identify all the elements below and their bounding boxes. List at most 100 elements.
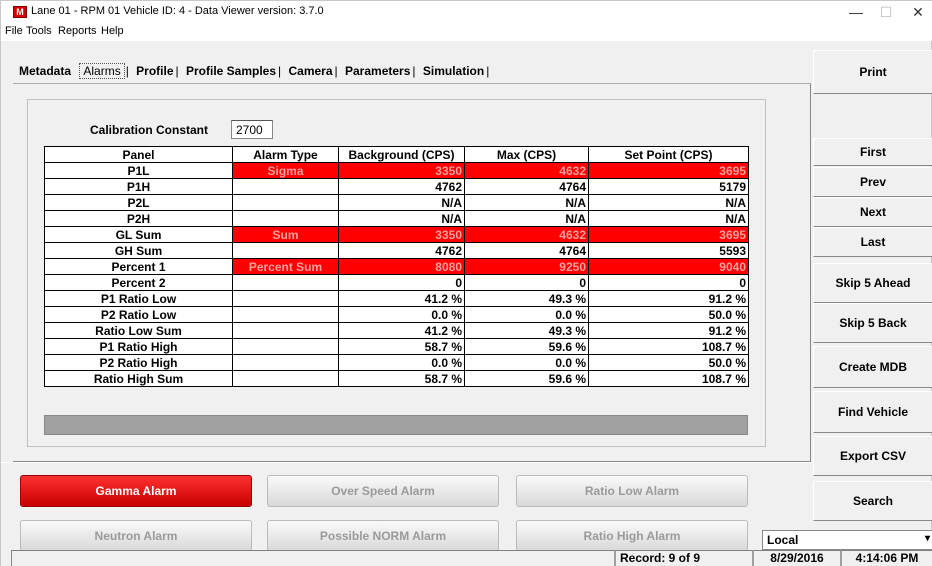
set-point-cell: 50.0 % [588, 306, 749, 323]
table-row: Ratio Low Sum 41.2 % 49.3 % 91.2 % [44, 322, 749, 339]
status-time: 4:14:06 PM [841, 550, 932, 566]
first-button[interactable]: First [813, 138, 932, 166]
tab-separator: | [278, 64, 282, 78]
export-csv-button[interactable]: Export CSV [813, 436, 932, 476]
skip-5-back-button[interactable]: Skip 5 Back [813, 303, 932, 343]
tab-separator: | [334, 64, 338, 78]
panel-cell: P2H [44, 210, 233, 227]
column-header-alarm-type: Alarm Type [232, 146, 339, 163]
ratio-high-alarm-indicator[interactable]: Ratio High Alarm [516, 520, 748, 552]
chevron-down-icon[interactable]: ▾ [925, 533, 930, 544]
menu-file[interactable]: File [5, 25, 23, 37]
neutron-alarm-indicator[interactable]: Neutron Alarm [20, 520, 252, 552]
panel-cell: GH Sum [44, 242, 233, 259]
prev-button[interactable]: Prev [813, 167, 932, 197]
background-cell: 41.2 % [338, 322, 465, 339]
max-cell: 4764 [464, 242, 589, 259]
max-cell: 49.3 % [464, 290, 589, 307]
panel-cell: Percent 2 [44, 274, 233, 291]
column-header-max: Max (CPS) [464, 146, 589, 163]
set-point-cell: 3695 [588, 226, 749, 243]
max-cell: 0.0 % [464, 354, 589, 371]
max-cell: 0.0 % [464, 306, 589, 323]
table-row: P2L N/A N/A N/A [44, 194, 749, 211]
table-row: P2H N/A N/A N/A [44, 210, 749, 227]
create-mdb-button[interactable]: Create MDB [813, 346, 932, 388]
calibration-constant-field[interactable]: 2700 [231, 120, 273, 139]
ratio-low-alarm-indicator[interactable]: Ratio Low Alarm [516, 475, 748, 507]
close-button[interactable]: ✕ [903, 1, 932, 23]
table-row: Percent 1 Percent Sum 8080 9250 9040 [44, 258, 749, 275]
set-point-cell: N/A [588, 210, 749, 227]
tab-parameters[interactable]: Parameters [344, 64, 411, 78]
tab-camera[interactable]: Camera [288, 64, 334, 78]
status-date: 8/29/2016 [753, 550, 841, 566]
tab-separator: | [125, 64, 129, 78]
minimize-button[interactable]: — [841, 1, 871, 23]
table-row: P2 Ratio Low 0.0 % 0.0 % 50.0 % [44, 306, 749, 323]
tab-profile[interactable]: Profile [135, 64, 174, 78]
alarm-type-cell [232, 274, 339, 291]
max-cell: 59.6 % [464, 370, 589, 387]
max-cell: 4632 [464, 226, 589, 243]
background-cell: N/A [338, 210, 465, 227]
menu-help[interactable]: Help [101, 25, 124, 37]
background-cell: 4762 [338, 178, 465, 195]
panel-cell: Ratio High Sum [44, 370, 233, 387]
table-row: GH Sum 4762 4764 5593 [44, 242, 749, 259]
panel-cell: P1L [44, 162, 233, 179]
possible-norm-alarm-indicator[interactable]: Possible NORM Alarm [267, 520, 499, 552]
max-cell: 4764 [464, 178, 589, 195]
tab-strip: Metadata Alarms | Profile | Profile Sample… [18, 63, 492, 83]
table-row: Percent 2000 [44, 274, 749, 291]
status-empty-cell [11, 550, 615, 566]
next-button[interactable]: Next [813, 197, 932, 227]
alarm-type-cell [232, 354, 339, 371]
tab-profile-samples[interactable]: Profile Samples [185, 64, 277, 78]
skip-5-ahead-button[interactable]: Skip 5 Ahead [813, 263, 932, 303]
menu-bar: File Tools Reports Help [1, 23, 932, 41]
alarm-type-cell [232, 210, 339, 227]
alarm-type-cell: Sum [232, 226, 339, 243]
window-title: Lane 01 - RPM 01 Vehicle ID: 4 - Data Vi… [31, 5, 324, 17]
calibration-constant-label: Calibration Constant [90, 123, 209, 137]
search-button[interactable]: Search [813, 481, 932, 521]
data-viewer-window: M Lane 01 - RPM 01 Vehicle ID: 4 - Data … [0, 0, 932, 566]
background-cell: 4762 [338, 242, 465, 259]
over-speed-alarm-indicator[interactable]: Over Speed Alarm [267, 475, 499, 507]
app-logo-icon: M [13, 6, 27, 18]
tab-metadata[interactable]: Metadata [18, 64, 72, 78]
menu-reports[interactable]: Reports [58, 25, 97, 37]
background-cell: 0 [338, 274, 465, 291]
max-cell: N/A [464, 194, 589, 211]
max-cell: 59.6 % [464, 338, 589, 355]
table-row: GL Sum Sum 3350 4632 3695 [44, 226, 749, 243]
tab-separator: | [175, 64, 179, 78]
table-footer-bar [44, 415, 748, 435]
panel-cell: Ratio Low Sum [44, 322, 233, 339]
background-cell: 3350 [338, 226, 465, 243]
panel-cell: GL Sum [44, 226, 233, 243]
column-header-background: Background (CPS) [338, 146, 465, 163]
print-button[interactable]: Print [813, 50, 932, 94]
tab-alarms[interactable]: Alarms [79, 63, 125, 79]
title-bar: M Lane 01 - RPM 01 Vehicle ID: 4 - Data … [1, 1, 932, 23]
tab-simulation[interactable]: Simulation [422, 64, 485, 78]
maximize-button[interactable]: ☐ [871, 1, 901, 23]
alarm-type-cell: Sigma [232, 162, 339, 179]
tab-separator: | [412, 64, 416, 78]
gamma-alarm-indicator[interactable]: Gamma Alarm [20, 475, 252, 507]
table-row: P1L Sigma 3350 4632 3695 [44, 162, 749, 179]
last-button[interactable]: Last [813, 227, 932, 257]
alarm-type-cell [232, 290, 339, 307]
background-cell: 3350 [338, 162, 465, 179]
background-cell: 0.0 % [338, 354, 465, 371]
panel-cell: P2L [44, 194, 233, 211]
menu-tools[interactable]: Tools [26, 25, 52, 37]
tab-separator: | [486, 64, 490, 78]
table-row: P1 Ratio Low 41.2 % 49.3 % 91.2 % [44, 290, 749, 307]
panel-cell: P1H [44, 178, 233, 195]
find-vehicle-button[interactable]: Find Vehicle [813, 391, 932, 433]
set-point-cell: 50.0 % [588, 354, 749, 371]
location-dropdown[interactable]: Local ▾ [762, 530, 932, 550]
